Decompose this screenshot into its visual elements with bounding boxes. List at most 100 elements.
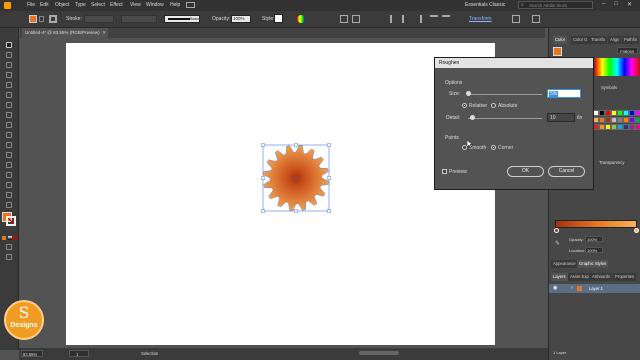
handle-bl[interactable] bbox=[261, 209, 265, 213]
tab-color-guide[interactable]: Color G bbox=[571, 36, 590, 44]
direct-selection-tool-icon[interactable] bbox=[6, 52, 12, 58]
size-input[interactable]: 5% bbox=[547, 89, 581, 98]
panel-menu-icon[interactable] bbox=[532, 15, 540, 23]
align-middle-icon[interactable] bbox=[442, 15, 450, 23]
detail-slider-thumb[interactable] bbox=[470, 115, 475, 120]
zoom-tool-icon[interactable] bbox=[6, 202, 12, 208]
roughened-gear-shape[interactable] bbox=[256, 140, 336, 216]
tab-layers[interactable]: Layers bbox=[551, 273, 568, 281]
search-stock-field[interactable]: ⌕ Search Adobe Stock bbox=[518, 1, 593, 9]
rotate-tool-icon[interactable] bbox=[6, 142, 12, 148]
workspace-switcher[interactable]: Essentials Classic bbox=[465, 2, 505, 8]
none-mode-icon[interactable] bbox=[13, 236, 17, 240]
align-right-icon[interactable] bbox=[414, 15, 422, 23]
color-fill-icon[interactable] bbox=[553, 47, 562, 56]
handle-tm[interactable] bbox=[294, 143, 298, 147]
swatch-chip[interactable] bbox=[635, 117, 640, 123]
fill-dropdown-icon[interactable] bbox=[39, 16, 44, 22]
menu-edit[interactable]: Edit bbox=[40, 2, 49, 8]
stroke-color-icon[interactable] bbox=[6, 216, 16, 226]
menu-select[interactable]: Select bbox=[91, 2, 105, 8]
gradient-stop-right[interactable] bbox=[634, 228, 639, 233]
pencil-tool-icon[interactable] bbox=[6, 122, 12, 128]
selection-tool-icon[interactable] bbox=[6, 42, 12, 48]
menu-type[interactable]: Type bbox=[75, 2, 86, 8]
tab-transform[interactable]: Transfo bbox=[589, 36, 608, 44]
menu-help[interactable]: Help bbox=[170, 2, 180, 8]
handle-mr[interactable] bbox=[327, 176, 331, 180]
handle-tl[interactable] bbox=[261, 143, 265, 147]
horizontal-scrollbar[interactable] bbox=[359, 351, 399, 355]
zoom-field[interactable]: 83.55% bbox=[21, 350, 43, 357]
menu-window[interactable]: Window bbox=[146, 2, 164, 8]
hand-tool-icon[interactable] bbox=[6, 192, 12, 198]
tab-color[interactable]: Color bbox=[553, 36, 568, 44]
handle-bm[interactable] bbox=[294, 209, 298, 213]
align-icon[interactable] bbox=[340, 15, 348, 23]
transparency-panel-label[interactable]: Transparency bbox=[599, 160, 624, 165]
cancel-button[interactable]: Cancel bbox=[548, 166, 585, 177]
preview-checkbox[interactable] bbox=[442, 169, 447, 174]
variable-width-field[interactable] bbox=[121, 15, 157, 23]
corner-radio[interactable] bbox=[491, 145, 496, 150]
screen-mode-icon[interactable] bbox=[6, 254, 12, 260]
size-slider-thumb[interactable] bbox=[466, 91, 471, 96]
width-tool-icon[interactable] bbox=[6, 162, 12, 168]
shape-builder-tool-icon[interactable] bbox=[6, 172, 12, 178]
style-swatch[interactable] bbox=[274, 14, 283, 23]
ok-button[interactable]: OK bbox=[507, 166, 544, 177]
stroke-swatch[interactable] bbox=[49, 15, 57, 23]
tab-align[interactable]: Align bbox=[608, 36, 622, 44]
color-mode-icon[interactable] bbox=[2, 236, 6, 240]
line-tool-icon[interactable] bbox=[6, 92, 12, 98]
eyedropper-tool-icon[interactable] bbox=[6, 182, 12, 188]
maximize-icon[interactable]: □ bbox=[614, 1, 618, 7]
tab-graphic-styles[interactable]: Graphic Styles bbox=[577, 260, 609, 268]
draw-mode-icon[interactable] bbox=[6, 244, 12, 250]
transform-link[interactable]: Transform bbox=[469, 16, 492, 22]
visibility-eye-icon[interactable]: ◉ bbox=[553, 285, 557, 291]
handle-ml[interactable] bbox=[261, 176, 265, 180]
size-slider-track[interactable] bbox=[468, 94, 542, 95]
gradient-opacity-field[interactable]: 100% bbox=[585, 236, 603, 242]
tab-asset-export[interactable]: Asset Exp bbox=[568, 273, 591, 281]
absolute-radio[interactable] bbox=[491, 103, 496, 108]
layer-expand-icon[interactable]: › bbox=[571, 285, 573, 291]
tab-properties[interactable]: Properties bbox=[613, 273, 637, 281]
tab-pathfinder[interactable]: Pathfin bbox=[622, 36, 640, 44]
swatch-chip[interactable] bbox=[635, 110, 640, 116]
color-spectrum[interactable] bbox=[595, 58, 639, 76]
opacity-field[interactable]: 100% bbox=[231, 15, 251, 23]
document-tab[interactable]: Untitled-4* @ 83.55% (RGB/Preview) ✕ bbox=[22, 28, 108, 38]
scale-tool-icon[interactable] bbox=[6, 152, 12, 158]
handle-br[interactable] bbox=[327, 209, 331, 213]
align-center-icon[interactable] bbox=[402, 15, 410, 23]
menu-view[interactable]: View bbox=[130, 2, 141, 8]
menu-object[interactable]: Object bbox=[55, 2, 69, 8]
gradient-stop-left[interactable] bbox=[554, 228, 559, 233]
tab-close-icon[interactable]: ✕ bbox=[102, 30, 106, 36]
brush-definition-field[interactable]: Basic bbox=[164, 15, 200, 23]
tab-appearance[interactable]: Appearance bbox=[551, 260, 578, 268]
gradient-slider[interactable] bbox=[555, 220, 637, 228]
align-left-icon[interactable] bbox=[390, 15, 398, 23]
align-top-icon[interactable] bbox=[430, 15, 438, 23]
fill-swatch[interactable] bbox=[29, 15, 37, 23]
swatch-chip[interactable] bbox=[635, 124, 640, 130]
recolor-icon[interactable] bbox=[297, 15, 305, 23]
detail-input[interactable]: 10 bbox=[547, 113, 575, 122]
eraser-tool-icon[interactable] bbox=[6, 132, 12, 138]
isolate-icon[interactable] bbox=[512, 15, 520, 23]
distribute-icon[interactable] bbox=[352, 15, 360, 23]
location-field[interactable]: 100% bbox=[585, 247, 603, 253]
tab-artboards[interactable]: Artboards bbox=[590, 273, 613, 281]
pen-tool-icon[interactable] bbox=[6, 72, 12, 78]
eyedropper-icon[interactable]: ✎ bbox=[555, 240, 560, 247]
paintbrush-tool-icon[interactable] bbox=[6, 112, 12, 118]
stroke-weight-field[interactable] bbox=[84, 15, 114, 23]
rectangle-tool-icon[interactable] bbox=[6, 102, 12, 108]
detail-slider-track[interactable] bbox=[468, 118, 542, 119]
close-icon[interactable]: ✕ bbox=[627, 1, 632, 8]
dialog-title[interactable]: Roughen bbox=[435, 58, 593, 68]
magic-wand-tool-icon[interactable] bbox=[6, 62, 12, 68]
